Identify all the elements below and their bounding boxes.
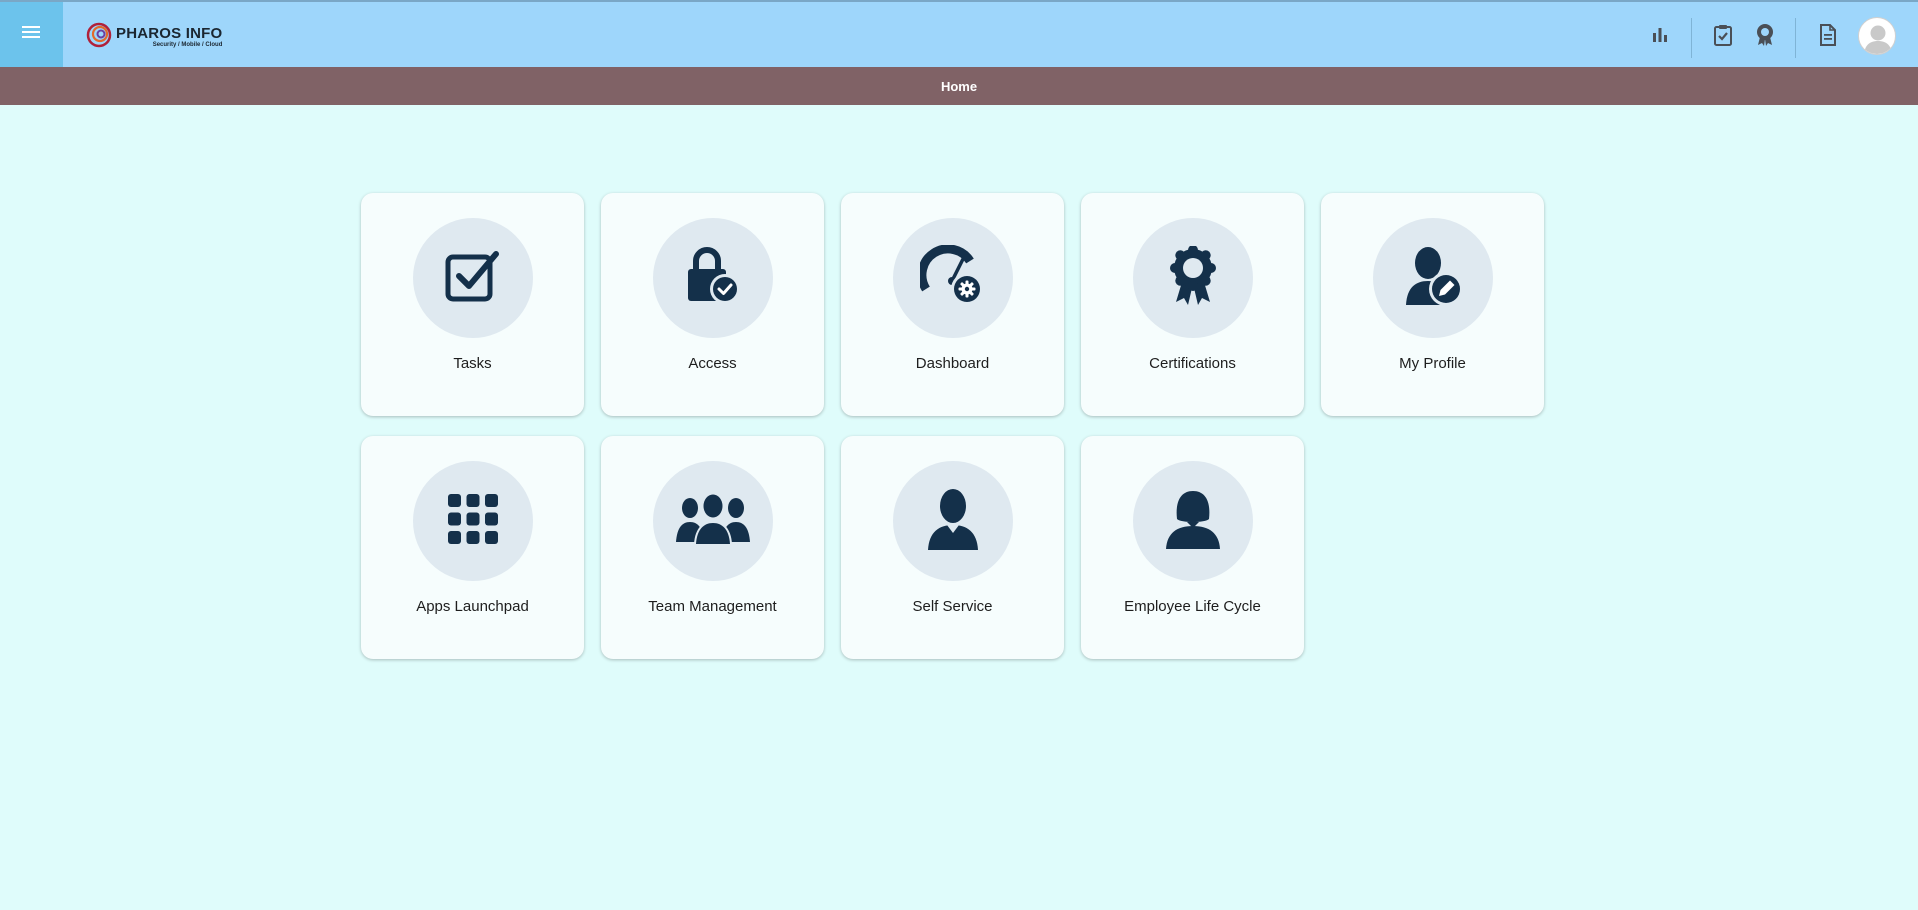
document-icon[interactable]	[1815, 22, 1841, 48]
logo-tagline: Security / Mobile / Cloud	[152, 41, 223, 48]
tile-label: Dashboard	[915, 355, 990, 372]
page-title: Home	[940, 78, 978, 94]
icon-circle	[653, 461, 773, 581]
icon-circle	[413, 461, 533, 581]
hamburger-icon	[21, 24, 42, 45]
tile-label: Tasks	[453, 355, 492, 372]
team-icon	[676, 492, 750, 549]
checkbox-icon	[444, 248, 502, 309]
apps-grid-icon	[447, 493, 499, 550]
employee-icon	[1165, 489, 1221, 554]
clipboard-check-icon[interactable]	[1710, 22, 1736, 48]
menu-button[interactable]	[0, 2, 63, 67]
tile-label: Certifications	[1149, 355, 1236, 372]
tile-label: Apps Launchpad	[416, 598, 529, 615]
tile-label: Team Management	[648, 598, 777, 615]
tile-employee-life-cycle[interactable]: Employee Life Cycle	[1081, 436, 1304, 659]
user-avatar-icon[interactable]	[1858, 17, 1896, 55]
icon-circle	[893, 218, 1013, 338]
toolbar-divider	[1795, 18, 1796, 58]
icon-circle	[653, 218, 773, 338]
icon-circle	[1133, 218, 1253, 338]
tile-team-management[interactable]: Team Management	[601, 436, 824, 659]
tile-label: Employee Life Cycle	[1124, 598, 1261, 615]
tile-tasks[interactable]: Tasks	[361, 193, 584, 416]
icon-circle	[893, 461, 1013, 581]
tile-apps-launchpad[interactable]: Apps Launchpad	[361, 436, 584, 659]
tile-label: Self Service	[912, 598, 993, 615]
user-icon	[927, 488, 979, 555]
award-icon[interactable]	[1752, 22, 1778, 48]
tile-label: My Profile	[1399, 355, 1466, 372]
icon-circle	[413, 218, 533, 338]
toolbar-divider	[1691, 18, 1692, 58]
logo[interactable]: PHAROS INFO Security / Mobile / Cloud	[86, 22, 222, 52]
icon-circle	[1133, 461, 1253, 581]
user-edit-icon	[1402, 245, 1464, 312]
icon-circle	[1373, 218, 1493, 338]
tile-label: Access	[688, 355, 737, 372]
reports-icon[interactable]	[1647, 22, 1673, 48]
tile-my-profile[interactable]: My Profile	[1321, 193, 1544, 416]
top-bar: PHAROS INFO Security / Mobile / Cloud	[0, 0, 1918, 67]
tile-certifications[interactable]: Certifications	[1081, 193, 1304, 416]
lock-check-icon	[685, 246, 741, 310]
tile-self-service[interactable]: Self Service	[841, 436, 1064, 659]
tile-access[interactable]: Access	[601, 193, 824, 416]
logo-swirl-icon	[86, 22, 112, 53]
logo-name: PHAROS INFO	[116, 24, 223, 42]
certificate-icon	[1168, 244, 1218, 311]
tile-dashboard[interactable]: Dashboard	[841, 193, 1064, 416]
breadcrumb-bar: Home	[0, 67, 1918, 105]
gauge-gear-icon	[917, 243, 986, 312]
